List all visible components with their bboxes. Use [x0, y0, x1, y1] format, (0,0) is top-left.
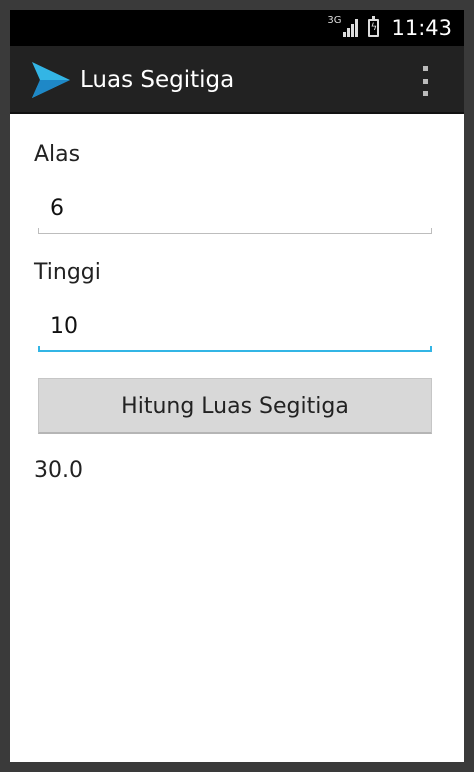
battery-icon: ϟ: [368, 16, 380, 37]
device-frame: 3G ϟ 11:43 Luas Segitiga Alas 6 Tinggi 1…: [0, 0, 474, 772]
network-type: 3G: [327, 14, 342, 26]
tinggi-value: 10: [50, 314, 78, 339]
status-bar: 3G ϟ 11:43: [10, 10, 464, 46]
app-title: Luas Segitiga: [80, 67, 235, 93]
main-content: Alas 6 Tinggi 10 Hitung Luas Segitiga 30…: [10, 114, 464, 762]
alas-label: Alas: [34, 142, 81, 167]
alas-value: 6: [50, 196, 64, 221]
paper-plane-icon[interactable]: [30, 60, 72, 100]
signal-icon: [343, 19, 359, 37]
tinggi-input[interactable]: 10: [38, 312, 432, 352]
action-bar: Luas Segitiga: [10, 46, 464, 114]
tinggi-label: Tinggi: [34, 260, 101, 285]
result-text: 30.0: [34, 458, 83, 483]
status-clock: 11:43: [391, 16, 452, 40]
alas-input[interactable]: 6: [38, 194, 432, 234]
hitung-button[interactable]: Hitung Luas Segitiga: [38, 378, 432, 434]
overflow-menu-icon[interactable]: [420, 66, 430, 96]
